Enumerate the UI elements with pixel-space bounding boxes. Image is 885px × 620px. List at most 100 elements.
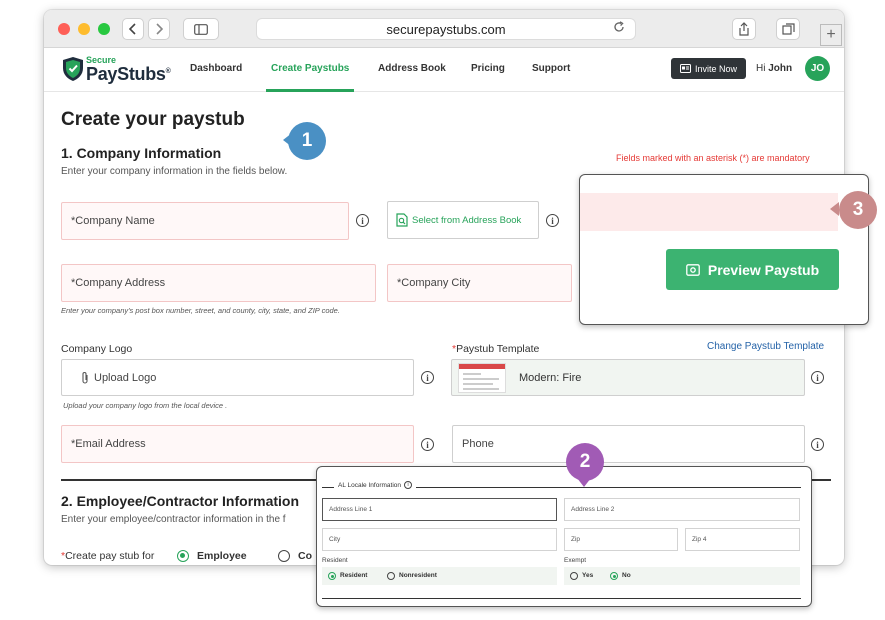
info-icon[interactable]: i xyxy=(811,371,824,384)
employee-option-label: Employee xyxy=(197,550,247,562)
nav-item-create-paystubs[interactable]: Create Paystubs xyxy=(271,63,349,74)
mandatory-note: Fields marked with an asterisk (*) are m… xyxy=(616,153,810,163)
exempt-yes-radio[interactable] xyxy=(570,572,578,580)
template-value: Modern: Fire xyxy=(519,371,582,384)
address-line-1-input[interactable]: Address Line 1 xyxy=(322,498,557,521)
brand-logo[interactable]: Secure PayStubs® xyxy=(62,54,172,86)
resident-radio[interactable] xyxy=(328,572,336,580)
share-button[interactable] xyxy=(732,18,756,40)
resident-option-label: Resident xyxy=(340,572,368,579)
nav-item-support[interactable]: Support xyxy=(532,63,570,74)
paystub-template-select[interactable]: Modern: Fire xyxy=(451,359,805,396)
info-icon[interactable]: i xyxy=(356,214,369,227)
exempt-yes-label: Yes xyxy=(582,572,594,579)
sidebar-toggle-button[interactable] xyxy=(183,18,219,40)
preview-paystub-button[interactable]: Preview Paystub xyxy=(666,249,839,290)
invite-card-icon xyxy=(679,64,691,73)
info-icon[interactable]: i xyxy=(404,481,412,489)
email-address-input[interactable]: *Email Address xyxy=(61,425,414,463)
chevron-left-icon xyxy=(129,23,136,35)
callout-badge-3: 3 xyxy=(839,191,877,229)
close-window-button[interactable] xyxy=(58,23,70,35)
zip4-input[interactable]: Zip 4 xyxy=(685,528,800,551)
brand-registered-mark: ® xyxy=(165,68,171,75)
chevron-right-icon xyxy=(156,23,163,35)
address-book-search-icon xyxy=(396,213,408,227)
user-name: John xyxy=(768,63,793,74)
minimize-window-button[interactable] xyxy=(78,23,90,35)
shield-logo-icon xyxy=(63,57,83,81)
user-avatar[interactable]: JO xyxy=(805,56,830,81)
brand-name: PayStubs® xyxy=(86,64,171,85)
contractor-option-label: Co xyxy=(298,550,312,562)
title-bar: securepaystubs.com xyxy=(44,10,844,48)
resident-label: Resident xyxy=(322,557,348,564)
preview-eye-icon xyxy=(686,263,700,276)
site-navbar: Secure PayStubs® Dashboard Create Paystu… xyxy=(44,48,844,92)
company-section-desc: Enter your company information in the fi… xyxy=(61,166,288,177)
callout-badge-2: 2 xyxy=(566,443,604,481)
tabs-overview-button[interactable] xyxy=(776,18,800,40)
nonresident-option-label: Nonresident xyxy=(399,572,437,579)
preview-panel-callout: Preview Paystub xyxy=(579,174,869,325)
sidebar-icon xyxy=(194,23,208,35)
paystub-for-label: *Create pay stub for xyxy=(61,550,154,562)
locale-legend-text: AL Locale Information xyxy=(338,481,401,489)
exempt-radio-row: Yes No xyxy=(564,567,800,585)
brand-name-text: PayStubs xyxy=(86,64,166,84)
url-text: securepaystubs.com xyxy=(386,21,506,37)
info-icon[interactable]: i xyxy=(546,214,559,227)
company-city-input[interactable]: *Company City xyxy=(387,264,572,302)
paperclip-icon xyxy=(82,371,88,384)
back-button[interactable] xyxy=(122,18,144,40)
upload-logo-label: Upload Logo xyxy=(94,371,157,384)
phone-input[interactable]: Phone xyxy=(452,425,805,463)
exempt-no-radio[interactable] xyxy=(610,572,618,580)
new-tab-plus-icon[interactable]: + xyxy=(820,24,842,46)
info-icon[interactable]: i xyxy=(421,371,434,384)
change-template-link[interactable]: Change Paystub Template xyxy=(707,341,824,352)
info-icon[interactable]: i xyxy=(811,438,824,451)
company-address-hint: Enter your company's post box number, st… xyxy=(61,306,340,315)
paystub-template-label: *Paystub Template xyxy=(452,343,539,355)
nav-item-dashboard[interactable]: Dashboard xyxy=(190,63,242,74)
invite-now-label: Invite Now xyxy=(694,63,738,74)
select-address-book-label: Select from Address Book xyxy=(412,214,522,226)
address-bar[interactable]: securepaystubs.com xyxy=(256,18,636,40)
callout-badge-1: 1 xyxy=(288,122,326,160)
highlighted-field-strip xyxy=(580,193,838,231)
nonresident-radio[interactable] xyxy=(387,572,395,580)
page-title: Create your paystub xyxy=(61,109,245,130)
contractor-radio[interactable] xyxy=(278,550,290,562)
resident-radio-row: Resident Nonresident xyxy=(322,567,557,585)
info-icon[interactable]: i xyxy=(421,438,434,451)
select-address-book-button[interactable]: Select from Address Book xyxy=(387,201,539,239)
nav-item-address-book[interactable]: Address Book xyxy=(378,63,446,74)
paystub-template-label-text: Paystub Template xyxy=(456,343,540,355)
company-name-input[interactable]: *Company Name xyxy=(61,202,349,240)
employee-section-desc: Enter your employee/contractor informati… xyxy=(61,514,286,525)
tabs-icon xyxy=(781,22,795,35)
exempt-label: Exempt xyxy=(564,557,587,564)
invite-now-button[interactable]: Invite Now xyxy=(671,58,746,79)
greeting-text: Hi xyxy=(756,63,766,74)
address-line-2-input[interactable]: Address Line 2 xyxy=(564,498,800,521)
zip-input[interactable]: Zip xyxy=(564,528,678,551)
nav-item-pricing[interactable]: Pricing xyxy=(471,63,505,74)
share-icon xyxy=(739,22,749,36)
locale-information-panel: AL Locale Information i Address Line 1 A… xyxy=(316,466,812,607)
employee-section-title: 2. Employee/Contractor Information xyxy=(61,493,300,509)
city-input[interactable]: City xyxy=(322,528,557,551)
reload-icon[interactable] xyxy=(613,21,625,36)
employee-radio[interactable] xyxy=(177,550,189,562)
template-thumbnail xyxy=(458,362,506,393)
upload-logo-hint: Upload your company logo from the local … xyxy=(63,401,228,410)
user-greeting: Hi John xyxy=(756,63,792,74)
exempt-no-label: No xyxy=(622,572,631,579)
zoom-window-button[interactable] xyxy=(98,23,110,35)
company-address-input[interactable]: *Company Address xyxy=(61,264,376,302)
panel-bottom-line xyxy=(322,598,801,599)
preview-paystub-label: Preview Paystub xyxy=(707,261,820,278)
forward-button[interactable] xyxy=(148,18,170,40)
upload-logo-button[interactable]: Upload Logo xyxy=(61,359,414,396)
